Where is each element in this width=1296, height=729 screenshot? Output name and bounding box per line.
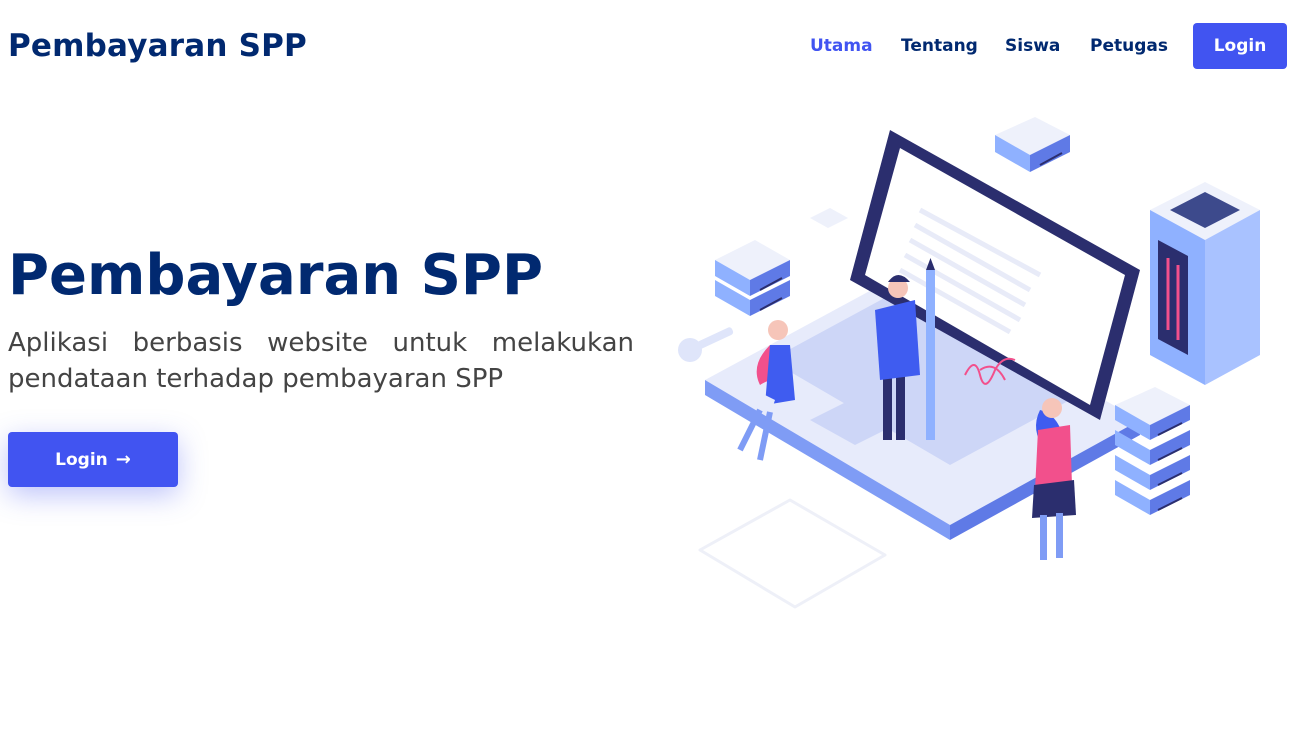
nav-item-tentang[interactable]: Tentang bbox=[901, 36, 978, 56]
hero-login-label: Login bbox=[55, 449, 108, 470]
logo[interactable]: Pembayaran SPP bbox=[8, 28, 307, 64]
hero-title: Pembayaran SPP bbox=[8, 243, 544, 308]
hero-illustration bbox=[678, 117, 1260, 609]
nav-item-utama[interactable]: Utama bbox=[810, 36, 873, 56]
header: Pembayaran SPP Utama Tentang Siswa Petug… bbox=[0, 0, 1296, 90]
page: Pembayaran SPP Utama Tentang Siswa Petug… bbox=[0, 0, 1296, 729]
header-login-button[interactable]: Login bbox=[1193, 23, 1287, 69]
hero-login-button[interactable]: Login → bbox=[8, 432, 178, 487]
hero-subtitle: Aplikasi berbasis website untuk melakuka… bbox=[8, 328, 634, 394]
arrow-right-icon: → bbox=[115, 449, 131, 470]
nav-item-petugas[interactable]: Petugas bbox=[1090, 36, 1168, 56]
nav-item-siswa[interactable]: Siswa bbox=[1005, 36, 1060, 56]
